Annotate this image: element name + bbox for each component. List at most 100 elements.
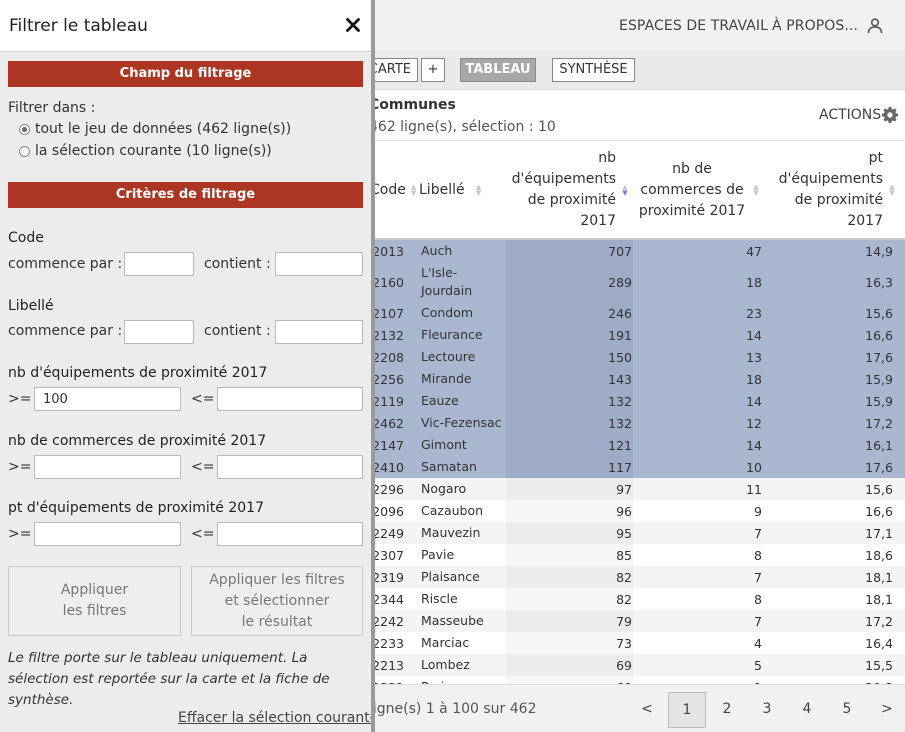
filter-note: Le filtre porte sur le tableau uniquemen… bbox=[8, 650, 330, 708]
radio-current-selection[interactable] bbox=[19, 146, 30, 157]
libelle-contains-label: contient : bbox=[204, 323, 271, 339]
cell-nb-comm: 8 bbox=[754, 591, 762, 607]
add-view-button[interactable]: + bbox=[421, 58, 445, 82]
cell-libelle: Preignan bbox=[421, 676, 503, 684]
cell-nb-comm: 5 bbox=[754, 657, 762, 673]
actions-button[interactable]: ACTIONS bbox=[819, 107, 881, 123]
cell-nb-comm: 18 bbox=[746, 274, 762, 290]
cell-nb-equip: 79 bbox=[506, 610, 633, 632]
cell-pt-equip: 15,6 bbox=[865, 481, 893, 497]
cell-libelle: Eauze bbox=[421, 393, 459, 408]
radio-all-data-label[interactable]: tout le jeu de données (462 ligne(s)) bbox=[35, 121, 291, 137]
cell-nb-equip: 82 bbox=[506, 588, 633, 610]
column-header-nb-comm[interactable]: nb de commerces de proximité 2017 ▲ ▼ bbox=[636, 141, 762, 239]
filter-nb-equip-label: nb d'équipements de proximité 2017 bbox=[8, 365, 268, 381]
cell-libelle: Pavie bbox=[421, 547, 455, 562]
cell-pt-equip: 16,3 bbox=[865, 274, 893, 290]
nb-equip-max-input[interactable] bbox=[217, 387, 363, 411]
cell-pt-equip: 14,9 bbox=[865, 243, 893, 259]
cell-nb-equip: 73 bbox=[506, 632, 633, 654]
column-header-label: nb de commerces de proximité 2017 bbox=[638, 160, 746, 219]
apply-filters-button[interactable]: Appliquer les filtres bbox=[8, 566, 181, 636]
sort-icon: ▲ ▼ bbox=[753, 183, 759, 197]
nb-equip-min-input[interactable] bbox=[34, 387, 181, 411]
cell-libelle: Masseube bbox=[421, 613, 484, 628]
cell-nb-equip: 121 bbox=[506, 434, 633, 456]
column-header-label: Code bbox=[370, 181, 406, 198]
cell-libelle: Cazaubon bbox=[421, 503, 484, 518]
cell-pt-equip: 17,6 bbox=[865, 349, 893, 365]
tab-tableau[interactable]: TABLEAU bbox=[460, 58, 536, 82]
cell-nb-comm: 11 bbox=[746, 481, 762, 497]
cell-pt-equip: 18,6 bbox=[865, 547, 893, 563]
nb-comm-min-input[interactable] bbox=[34, 455, 181, 479]
nb-comm-gte-label: >= bbox=[8, 459, 32, 475]
cell-pt-equip: 20,8 bbox=[768, 676, 893, 685]
nav-workspaces[interactable]: ESPACES DE TRAVAIL bbox=[619, 0, 768, 52]
table-title: Communes bbox=[369, 97, 456, 113]
cell-pt-equip: 15,9 bbox=[865, 371, 893, 387]
cell-nb-comm: 7 bbox=[754, 613, 762, 629]
nb-comm-max-input[interactable] bbox=[217, 455, 363, 479]
cell-libelle: Fleurance bbox=[421, 327, 483, 342]
filter-panel-header: Filtrer le tableau bbox=[0, 0, 371, 52]
pagination-page-3[interactable]: 3 bbox=[748, 692, 786, 728]
cell-libelle: Lombez bbox=[421, 657, 470, 672]
cell-pt-equip: 17,1 bbox=[865, 525, 893, 541]
libelle-contains-input[interactable] bbox=[275, 320, 363, 344]
cell-nb-equip: 191 bbox=[506, 324, 633, 346]
close-icon[interactable] bbox=[345, 17, 361, 33]
cell-nb-comm: 18 bbox=[746, 371, 762, 387]
cell-nb-comm: 14 bbox=[746, 393, 762, 409]
code-contains-input[interactable] bbox=[275, 252, 363, 276]
cell-nb-equip: 289 bbox=[506, 262, 633, 302]
nb-equip-gte-label: >= bbox=[8, 391, 32, 407]
filter-nb-comm-label: nb de commerces de proximité 2017 bbox=[8, 433, 267, 449]
radio-all-data[interactable] bbox=[19, 124, 30, 135]
column-header-nb-equip[interactable]: nb d'équipements de proximité 2017 ▲ ▼ bbox=[506, 141, 633, 239]
cell-pt-equip: 16,6 bbox=[865, 503, 893, 519]
cell-libelle: Marciac bbox=[421, 635, 470, 650]
pagination-page-2[interactable]: 2 bbox=[708, 692, 746, 728]
cell-pt-equip: 16,4 bbox=[865, 635, 893, 651]
tab-synthese[interactable]: SYNTHÈSE bbox=[552, 58, 635, 82]
cell-libelle: Plaisance bbox=[421, 569, 480, 584]
section-header-field: Champ du filtrage bbox=[8, 61, 363, 87]
cell-libelle: Riscle bbox=[421, 591, 458, 606]
cell-nb-equip: 97 bbox=[506, 478, 633, 500]
filter-panel: Filtrer le tableau Champ du filtrage Fil… bbox=[0, 0, 375, 732]
pagination-page-5[interactable]: 5 bbox=[828, 692, 866, 728]
pagination-prev[interactable]: < bbox=[628, 692, 666, 728]
cell-nb-equip: 96 bbox=[506, 500, 633, 522]
apply-and-select-button[interactable]: Appliquer les filtres et sélectionner le… bbox=[191, 566, 363, 636]
pagination-page-1[interactable]: 1 bbox=[668, 692, 706, 728]
cell-nb-equip: 707 bbox=[506, 240, 633, 262]
user-icon[interactable] bbox=[866, 17, 884, 35]
column-header-pt-equip[interactable]: pt d'équipements de proximité 2017 ▲ ▼ bbox=[768, 141, 898, 239]
sort-desc-icon: ▲ ▼ bbox=[622, 183, 628, 197]
gear-icon[interactable] bbox=[881, 106, 899, 124]
cell-nb-equip: 82 bbox=[506, 566, 633, 588]
pt-equip-max-input[interactable] bbox=[217, 522, 363, 546]
libelle-starts-input[interactable] bbox=[124, 320, 194, 344]
cell-nb-comm: 47 bbox=[746, 243, 762, 259]
pagination-page-4[interactable]: 4 bbox=[788, 692, 826, 728]
cell-nb-comm: 10 bbox=[746, 459, 762, 475]
filter-panel-title: Filtrer le tableau bbox=[9, 16, 148, 36]
radio-current-selection-label[interactable]: la sélection courante (10 ligne(s)) bbox=[35, 143, 272, 159]
clear-selection-link[interactable]: Effacer la sélection courante bbox=[178, 710, 371, 726]
sort-icon: ▲ ▼ bbox=[410, 183, 417, 197]
code-starts-input[interactable] bbox=[124, 252, 194, 276]
pagination-next[interactable]: > bbox=[868, 692, 905, 728]
column-header-libelle[interactable]: Libellé ▲ ▼ bbox=[419, 141, 501, 239]
cell-nb-comm: 12 bbox=[746, 415, 762, 431]
cell-libelle: Nogaro bbox=[421, 481, 467, 496]
nav-about[interactable]: À PROPOS... bbox=[772, 0, 858, 52]
sort-icon: ▲ ▼ bbox=[889, 183, 895, 197]
cell-pt-equip: 18,1 bbox=[865, 591, 893, 607]
cell-nb-comm: 7 bbox=[754, 569, 762, 585]
pt-equip-min-input[interactable] bbox=[34, 522, 181, 546]
cell-nb-equip: 95 bbox=[506, 522, 633, 544]
cell-libelle: Vic-Fezensac bbox=[421, 415, 502, 430]
cell-libelle: Mirande bbox=[421, 371, 472, 386]
